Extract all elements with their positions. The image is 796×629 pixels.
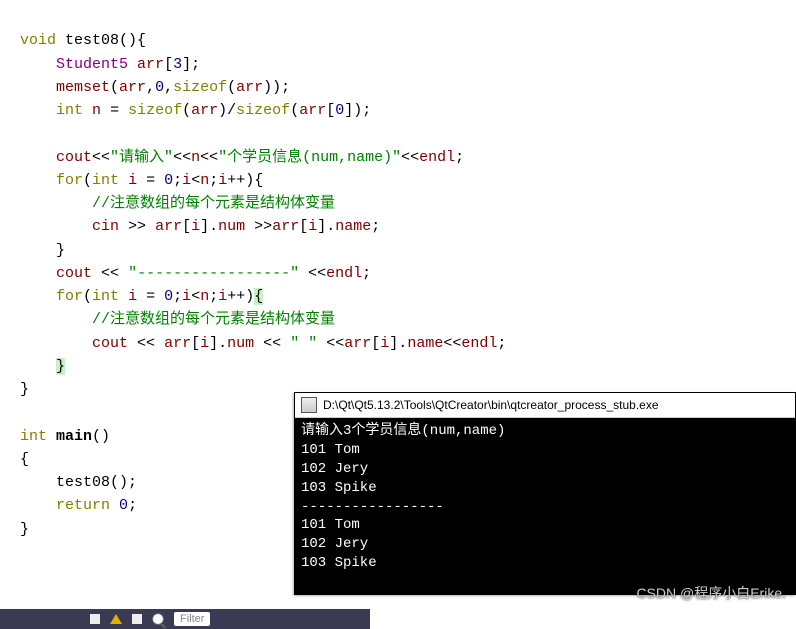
call-test08: test08 [56,474,110,491]
var-arr: arr [191,102,218,119]
var-i: i [128,172,137,189]
var-n: n [92,102,101,119]
var-arr: arr [344,335,371,352]
str: " " [290,335,317,352]
term-line: ----------------- [301,499,444,515]
var-i: i [218,172,227,189]
comment: //注意数组的每个元素是结构体变量 [92,195,335,212]
var-n: n [200,172,209,189]
var-arr: arr [155,218,182,235]
app-icon [301,397,317,413]
str: "-----------------" [128,265,299,282]
kw-int: int [56,102,83,119]
term-line: 103 Spike [301,480,377,496]
console-output[interactable]: 请输入3个学员信息(num,name) 101 Tom 102 Jery 103… [295,418,795,594]
var-i: i [200,335,209,352]
var-n: n [191,149,200,166]
panel-icon[interactable] [132,614,142,624]
num-0: 0 [119,497,128,514]
watermark: CSDN @程序小白Erike. [636,583,786,603]
field-name: name [335,218,371,235]
var-i: i [182,288,191,305]
num-0: 0 [155,79,164,96]
stop-icon[interactable] [90,614,100,624]
kw-for: for [56,172,83,189]
id-cin: cin [92,218,119,235]
warning-icon[interactable] [110,614,122,624]
var-arr: arr [164,335,191,352]
term-line: 101 Tom [301,517,360,533]
brace-close-hl: } [56,358,65,375]
search-icon[interactable] [152,613,164,625]
id-endl: endl [419,149,455,166]
term-line: 请输入3个学员信息(num,name) [301,423,505,439]
kw-return: return [56,497,110,514]
term-line: 102 Jery [301,461,368,477]
kw-int: int [92,172,119,189]
var-i: i [380,335,389,352]
id-cout: cout [56,265,92,282]
console-titlebar[interactable]: D:\Qt\Qt5.13.2\Tools\QtCreator\bin\qtcre… [295,393,795,418]
var-arr: arr [272,218,299,235]
kw-sizeof: sizeof [128,102,182,119]
keyword-void: void [20,32,56,49]
console-title: D:\Qt\Qt5.13.2\Tools\QtCreator\bin\qtcre… [323,398,659,412]
id-endl: endl [326,265,362,282]
id-endl: endl [461,335,497,352]
str: "请输入" [110,149,173,166]
str: "个学员信息(num,name)" [218,149,401,166]
kw-sizeof: sizeof [236,102,290,119]
brace-open-hl: { [254,288,263,305]
num-0: 0 [164,288,173,305]
term-line: 103 Spike [301,555,377,571]
kw-int: int [20,428,47,445]
var-i: i [191,218,200,235]
var-arr: arr [236,79,263,96]
var-i: i [218,288,227,305]
var-i: i [128,288,137,305]
var-i: i [182,172,191,189]
id-cout: cout [56,149,92,166]
num-0: 0 [335,102,344,119]
fn-memset: memset [56,79,110,96]
num-3: 3 [173,56,182,73]
field-name: name [407,335,443,352]
kw-sizeof: sizeof [173,79,227,96]
var-arr: arr [137,56,164,73]
fn-test08: test08 [65,32,119,49]
kw-int: int [92,288,119,305]
num-0: 0 [164,172,173,189]
ide-bottom-bar[interactable]: Filter [0,609,370,629]
comment: //注意数组的每个元素是结构体变量 [92,311,335,328]
kw-for: for [56,288,83,305]
fn-main: main [56,428,92,445]
field-num: num [218,218,245,235]
type-student5: Student5 [56,56,128,73]
console-window[interactable]: D:\Qt\Qt5.13.2\Tools\QtCreator\bin\qtcre… [294,392,796,595]
var-n: n [200,288,209,305]
id-cout: cout [92,335,128,352]
term-line: 102 Jery [301,536,368,552]
var-arr: arr [119,79,146,96]
term-line: 101 Tom [301,442,360,458]
var-i: i [308,218,317,235]
filter-input[interactable]: Filter [174,612,210,626]
field-num: num [227,335,254,352]
var-arr: arr [299,102,326,119]
